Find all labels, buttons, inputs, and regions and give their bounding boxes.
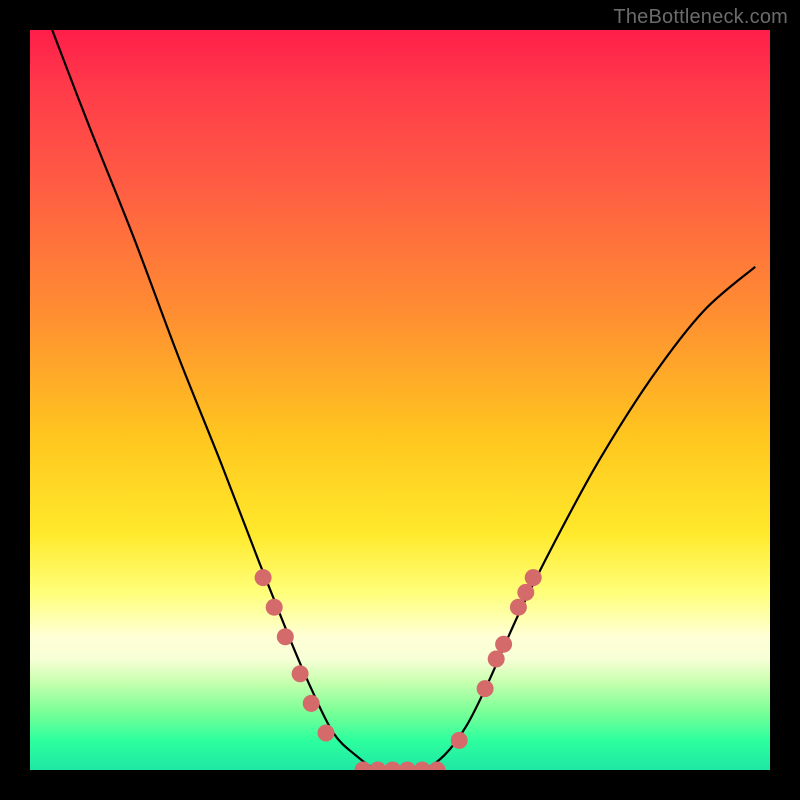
- curve-marker: [369, 762, 386, 771]
- watermark-text: TheBottleneck.com: [613, 6, 788, 29]
- curve-marker: [266, 599, 283, 616]
- curve-marker: [429, 762, 446, 771]
- curve-marker: [451, 732, 468, 749]
- curve-marker: [355, 762, 372, 771]
- chart-svg: [30, 30, 770, 770]
- curve-marker: [318, 725, 335, 742]
- curve-marker: [399, 762, 416, 771]
- curve-marker: [510, 599, 527, 616]
- curve-marker: [495, 636, 512, 653]
- bottleneck-curve: [52, 30, 755, 770]
- curve-marker: [303, 695, 320, 712]
- curve-marker: [488, 651, 505, 668]
- curve-marker: [277, 628, 294, 645]
- curve-marker: [525, 569, 542, 586]
- curve-marker: [292, 665, 309, 682]
- curve-marker: [414, 762, 431, 771]
- chart-frame: [30, 30, 770, 770]
- curve-marker: [517, 584, 534, 601]
- curve-marker: [477, 680, 494, 697]
- curve-marker: [255, 569, 272, 586]
- curve-marker: [384, 762, 401, 771]
- curve-markers: [255, 569, 542, 770]
